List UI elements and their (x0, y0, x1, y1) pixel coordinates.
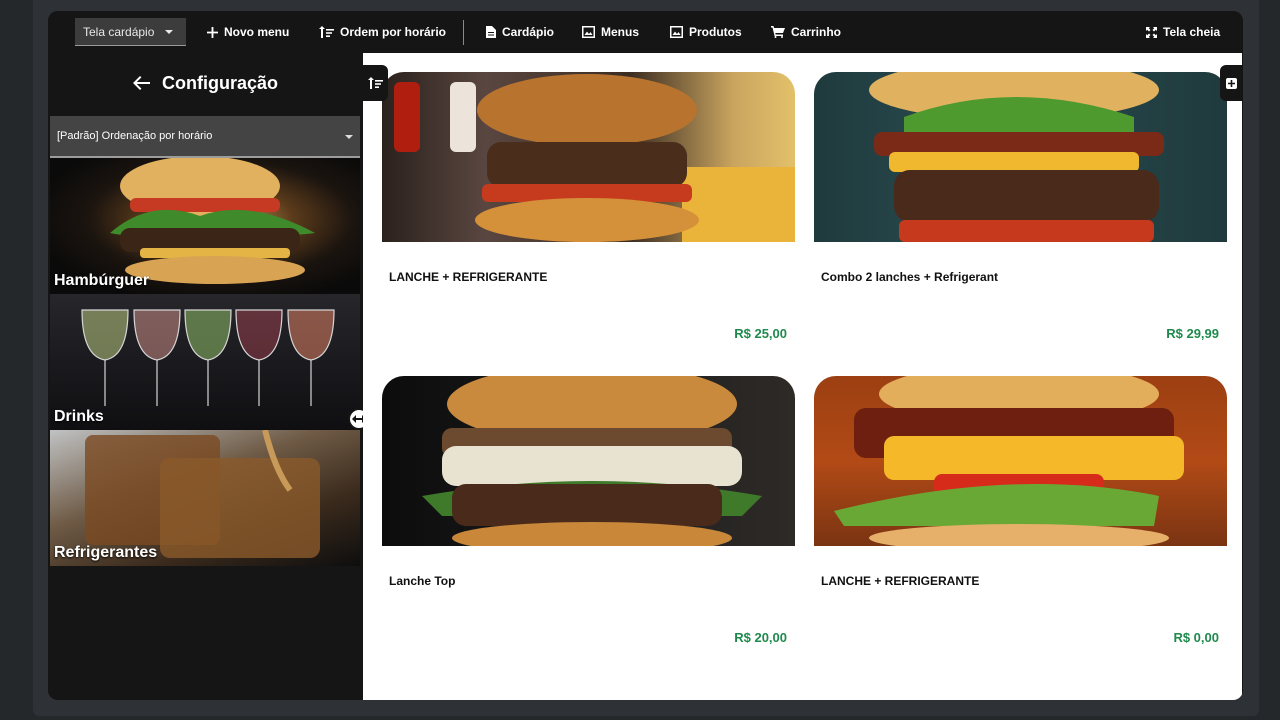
product-price: R$ 20,00 (734, 630, 787, 645)
menu-button[interactable]: Cardápio (486, 11, 554, 53)
products-button[interactable]: Produtos (670, 11, 742, 53)
product-price: R$ 0,00 (1173, 630, 1219, 645)
cart-label: Carrinho (791, 25, 842, 39)
products-label: Produtos (689, 25, 742, 39)
product-card[interactable]: LANCHE + REFRIGERANTE R$ 25,00 (382, 72, 795, 362)
image-icon (582, 26, 595, 38)
menus-button[interactable]: Menus (582, 11, 639, 53)
product-card[interactable]: Combo 2 lanches + Refrigerant R$ 29,99 (814, 72, 1227, 362)
plus-icon (207, 26, 218, 38)
category-label: Drinks (54, 408, 104, 425)
fullscreen-button[interactable]: Tela cheia (1146, 11, 1220, 53)
product-price: R$ 29,99 (1166, 326, 1219, 341)
category-label: Refrigerantes (54, 544, 158, 561)
chevron-down-icon (345, 135, 353, 139)
sidebar: Configuração [Padrão] Ordenação por horá… (48, 53, 370, 700)
product-card[interactable]: Lanche Top R$ 20,00 (382, 376, 795, 666)
order-select[interactable]: [Padrão] Ordenação por horário (50, 116, 360, 158)
burger-image (394, 74, 795, 242)
sidebar-title: Configuração (161, 72, 278, 93)
category-label: Hambúrguer (54, 272, 150, 289)
cart-button[interactable]: Carrinho (771, 11, 841, 53)
product-image (382, 72, 795, 242)
product-grid: LANCHE + REFRIGERANTE R$ 25,00 Combo 2 l… (363, 53, 1242, 700)
cart-icon (771, 26, 785, 38)
add-product-button[interactable] (1220, 65, 1242, 101)
product-name: LANCHE + REFRIGERANTE (389, 270, 548, 284)
toolbar-divider (463, 20, 464, 45)
fullscreen-icon (1146, 26, 1157, 38)
product-name: Combo 2 lanches + Refrigerant (821, 270, 999, 284)
sort-by-time-button[interactable]: Ordem por horário (319, 11, 446, 53)
product-image (814, 72, 1227, 242)
menus-label: Menus (601, 25, 640, 39)
sort-by-time-label: Ordem por horário (340, 25, 447, 39)
product-name: LANCHE + REFRIGERANTE (821, 574, 980, 588)
sort-toggle-button[interactable] (363, 65, 388, 101)
product-name: Lanche Top (389, 574, 456, 588)
image-icon (670, 26, 683, 38)
screen-select[interactable]: Tela cardápio (75, 18, 186, 46)
sort-icon (319, 26, 334, 38)
screen-select-label: Tela cardápio (83, 24, 155, 39)
burger-image (422, 376, 762, 546)
product-price: R$ 25,00 (734, 326, 787, 341)
burger-image (834, 376, 1184, 546)
back-arrow-icon[interactable] (132, 76, 150, 90)
new-menu-button[interactable]: Novo menu (207, 11, 289, 53)
plus-square-icon (1225, 77, 1237, 89)
chevron-down-icon (165, 30, 173, 34)
menu-label: Cardápio (502, 25, 555, 39)
app-window: Tela cardápio Novo menu Ordem por horári… (48, 11, 1243, 700)
new-menu-label: Novo menu (224, 25, 290, 39)
product-image (382, 376, 795, 546)
product-image (814, 376, 1227, 546)
fullscreen-label: Tela cheia (1163, 25, 1221, 39)
category-hamburguer[interactable]: Hambúrguer (50, 158, 360, 294)
burger-image (869, 72, 1164, 242)
product-card[interactable]: LANCHE + REFRIGERANTE R$ 0,00 (814, 376, 1227, 666)
category-refrigerantes[interactable]: Refrigerantes (50, 430, 360, 566)
toolbar: Tela cardápio Novo menu Ordem por horári… (48, 11, 1243, 53)
sidebar-header: Configuração (48, 53, 363, 113)
sort-icon (368, 77, 383, 89)
document-icon (486, 26, 496, 38)
category-drinks[interactable]: Drinks (50, 294, 360, 430)
order-select-label: [Padrão] Ordenação por horário (57, 130, 213, 142)
